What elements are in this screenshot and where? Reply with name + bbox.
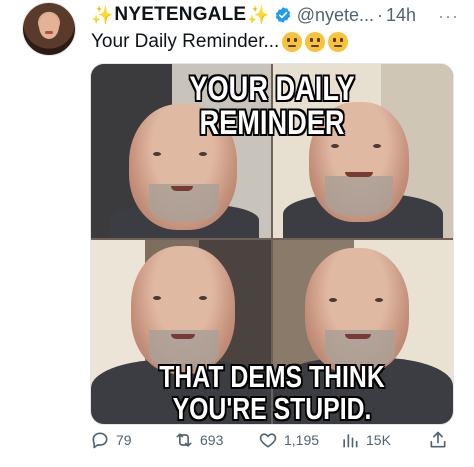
- repost-button[interactable]: 693: [174, 430, 223, 450]
- heart-icon: [259, 433, 277, 448]
- sparkle-icon: ✨: [91, 4, 114, 25]
- share-icon: [430, 431, 446, 448]
- analytics-icon: [343, 434, 358, 448]
- separator-dot: ·: [377, 4, 384, 25]
- meme-bottom-caption-line2: YOU'RE STUPID.: [172, 391, 372, 425]
- tweet-timestamp[interactable]: 14h: [386, 5, 416, 26]
- avatar-face: [39, 13, 59, 39]
- author-display-name[interactable]: NYETENGALE: [114, 4, 246, 26]
- verified-badge-icon[interactable]: [274, 6, 292, 24]
- avatar-lips: [45, 31, 53, 34]
- more-options-icon[interactable]: ···: [438, 6, 459, 27]
- like-button[interactable]: 1,195: [258, 430, 319, 450]
- reply-icon: [92, 432, 108, 449]
- author-handle[interactable]: @nyete...: [297, 5, 374, 26]
- meme-top-caption: YOUR DAILY REMINDER: [189, 70, 355, 142]
- tweet-text: Your Daily Reminder...: [91, 31, 349, 53]
- sparkle-icon: ✨: [247, 4, 270, 25]
- reply-button[interactable]: 79: [90, 430, 132, 450]
- meme-bottom-caption-line1: THAT DEMS THINK: [159, 359, 385, 394]
- tweet-header: ✨ NYETENGALE ✨ @nyete... · 14h: [91, 2, 416, 28]
- author-avatar[interactable]: [22, 2, 76, 56]
- thinking-emoji-icon: [305, 32, 326, 52]
- tweet-media-image[interactable]: YOUR DAILY REMINDER THAT DEMS THINK YOU'…: [90, 63, 454, 425]
- like-count: 1,195: [284, 432, 320, 448]
- views-button[interactable]: 15K: [340, 430, 391, 450]
- view-count: 15K: [366, 432, 391, 448]
- tweet-action-bar: 79 693 1,195 15K: [90, 430, 460, 456]
- raised-eyebrow-emoji-icon: [328, 32, 349, 52]
- smirk-emoji-icon: [282, 32, 303, 52]
- reply-count: 79: [116, 432, 132, 448]
- repost-icon: [176, 433, 192, 447]
- tweet-text-content: Your Daily Reminder...: [91, 31, 280, 52]
- share-button[interactable]: [428, 430, 454, 450]
- repost-count: 693: [200, 432, 224, 448]
